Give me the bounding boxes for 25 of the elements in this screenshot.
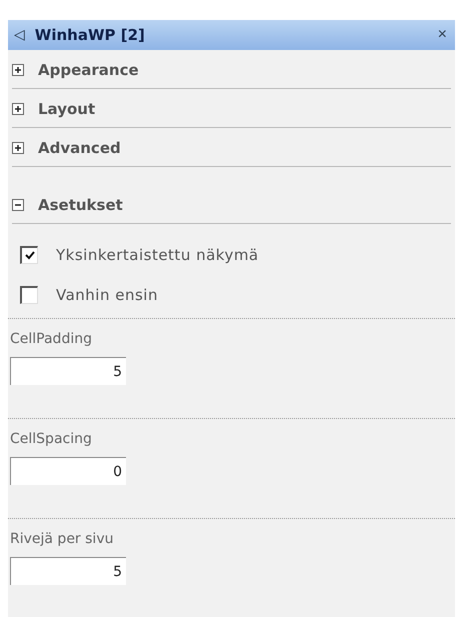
section-title[interactable]: Asetukset [38,196,123,214]
check-icon [24,251,34,260]
panel-title: WinhaWP [2] [34,26,146,44]
input-field[interactable]: 5 [10,557,126,585]
collapse-icon[interactable]: ◁ [14,27,25,43]
plus-icon [14,66,22,74]
checkbox-label: Yksinkertaistettu näkymä [56,246,259,264]
checkbox[interactable] [20,286,38,304]
checkbox[interactable] [20,246,38,264]
checkbox-label: Vanhin ensin [56,286,158,304]
field-label: Rivejä per sivu [10,531,114,547]
field-label: CellSpacing [10,431,93,447]
expand-toggle[interactable] [12,64,24,76]
expand-toggle[interactable] [12,142,24,154]
section-title[interactable]: Layout [38,100,96,118]
close-button[interactable]: × [438,26,447,44]
plus-icon [14,105,22,113]
plus-icon [14,144,22,152]
collapse-toggle[interactable] [12,199,24,211]
input-field[interactable]: 0 [10,457,126,485]
section-title[interactable]: Advanced [38,139,121,157]
input-field[interactable]: 5 [10,357,126,385]
section-title[interactable]: Appearance [38,61,139,79]
field-label: CellPadding [10,331,93,347]
expand-toggle[interactable] [12,103,24,115]
